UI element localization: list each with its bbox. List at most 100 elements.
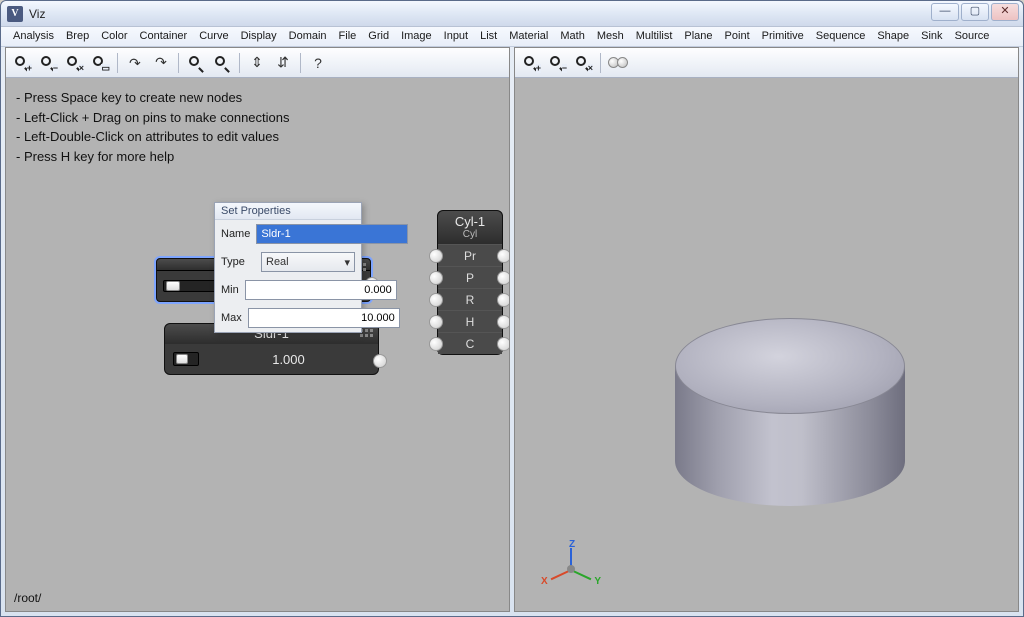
axis-y-label: Y [594, 576, 601, 587]
slider-thumb[interactable] [176, 354, 188, 364]
undo-button[interactable]: ↶ [123, 51, 147, 75]
cyl-input-r[interactable]: R [438, 288, 502, 310]
menu-point[interactable]: Point [719, 28, 756, 44]
menu-shape[interactable]: Shape [871, 28, 915, 44]
viewport-toolbar: + − × [515, 48, 1018, 78]
viewport-panel[interactable]: + − × Z Y X [514, 47, 1019, 612]
chevron-down-icon: ▾ [344, 256, 350, 269]
min-input[interactable] [245, 280, 397, 300]
menubar: AnalysisBrepColorContainerCurveDisplayDo… [1, 27, 1023, 47]
menu-list[interactable]: List [474, 28, 503, 44]
shading-button[interactable] [606, 51, 630, 75]
name-label: Name [221, 228, 250, 240]
zoom-reset-button[interactable]: × [62, 51, 86, 75]
input-pin[interactable] [429, 337, 443, 351]
expand-icon: ⇕ [251, 54, 263, 71]
menu-math[interactable]: Math [554, 28, 590, 44]
help-line: - Left-Double-Click on attributes to edi… [16, 127, 290, 147]
max-label: Max [221, 312, 242, 324]
3d-viewport[interactable]: Z Y X [515, 78, 1018, 611]
node-editor-panel[interactable]: + − × ▭ ↶ ↷ ⇕ ⇵ ? - Press Space key to c… [5, 47, 510, 612]
redo-icon: ↷ [155, 54, 167, 71]
output-pin[interactable] [373, 354, 387, 368]
cyl-input-p[interactable]: P [438, 266, 502, 288]
node-editor-toolbar: + − × ▭ ↶ ↷ ⇕ ⇵ ? [6, 48, 509, 78]
menu-analysis[interactable]: Analysis [7, 28, 60, 44]
set-properties-popup: Set Properties Name Type Real ▾ Min [214, 202, 362, 333]
output-pin[interactable] [497, 315, 510, 329]
menu-source[interactable]: Source [949, 28, 996, 44]
status-path: /root/ [14, 591, 41, 605]
menu-grid[interactable]: Grid [362, 28, 395, 44]
help-line: - Press Space key to create new nodes [16, 88, 290, 108]
name-input[interactable] [256, 224, 408, 244]
expand-all-button[interactable]: ⇕ [245, 51, 269, 75]
input-pin[interactable] [429, 315, 443, 329]
menu-brep[interactable]: Brep [60, 28, 95, 44]
slider-thumb[interactable] [166, 281, 180, 291]
slider-track[interactable] [173, 352, 199, 366]
help-line: - Left-Click + Drag on pins to make conn… [16, 108, 290, 128]
zoom-region-button[interactable] [210, 51, 234, 75]
menu-sink[interactable]: Sink [915, 28, 948, 44]
redo-button[interactable]: ↷ [149, 51, 173, 75]
titlebar: V Viz — ▢ ✕ [1, 1, 1023, 27]
input-pin[interactable] [429, 293, 443, 307]
axis-triad: Z Y X [547, 545, 595, 593]
type-select[interactable]: Real ▾ [261, 252, 355, 272]
minimize-button[interactable]: — [931, 3, 959, 21]
collapse-icon: ⇵ [277, 54, 289, 71]
node-subtitle-text: Cyl [438, 229, 502, 240]
menu-display[interactable]: Display [235, 28, 283, 44]
app-icon: V [7, 6, 23, 22]
zoom-out-button[interactable]: − [545, 51, 569, 75]
output-pin[interactable] [497, 249, 510, 263]
menu-container[interactable]: Container [134, 28, 194, 44]
cylinder-node[interactable]: Cyl-1 Cyl PrPRHC [437, 210, 503, 355]
close-button[interactable]: ✕ [991, 3, 1019, 21]
menu-curve[interactable]: Curve [193, 28, 234, 44]
menu-primitive[interactable]: Primitive [756, 28, 810, 44]
menu-domain[interactable]: Domain [283, 28, 333, 44]
output-pin[interactable] [497, 293, 510, 307]
input-pin[interactable] [429, 271, 443, 285]
maximize-button[interactable]: ▢ [961, 3, 989, 21]
max-input[interactable] [248, 308, 400, 328]
cyl-input-pr[interactable]: Pr [438, 244, 502, 266]
menu-plane[interactable]: Plane [678, 28, 718, 44]
menu-sequence[interactable]: Sequence [810, 28, 872, 44]
collapse-all-button[interactable]: ⇵ [271, 51, 295, 75]
zoom-out-button[interactable]: − [36, 51, 60, 75]
cylinder-geometry[interactable] [675, 318, 905, 518]
help-text: - Press Space key to create new nodes - … [16, 88, 290, 166]
output-pin[interactable] [497, 337, 510, 351]
menu-multilist[interactable]: Multilist [630, 28, 679, 44]
axis-z-label: Z [569, 539, 575, 550]
node-title-text: Cyl-1 [438, 214, 502, 229]
input-pin[interactable] [429, 249, 443, 263]
type-label: Type [221, 256, 255, 268]
zoom-in-button[interactable]: + [519, 51, 543, 75]
axis-x-label: X [541, 576, 548, 587]
zoom-reset-button[interactable]: × [571, 51, 595, 75]
output-pin[interactable] [497, 271, 510, 285]
zoom-selection-button[interactable]: ▭ [88, 51, 112, 75]
menu-mesh[interactable]: Mesh [591, 28, 630, 44]
type-value: Real [266, 256, 289, 268]
zoom-in-button[interactable]: + [10, 51, 34, 75]
cyl-input-c[interactable]: C [438, 332, 502, 354]
min-label: Min [221, 284, 239, 296]
menu-image[interactable]: Image [395, 28, 438, 44]
menu-material[interactable]: Material [503, 28, 554, 44]
menu-input[interactable]: Input [438, 28, 474, 44]
help-button[interactable]: ? [306, 51, 330, 75]
popup-caption: Set Properties [215, 203, 361, 220]
menu-file[interactable]: File [333, 28, 363, 44]
window-title: Viz [29, 7, 45, 21]
help-line: - Press H key for more help [16, 147, 290, 167]
help-icon: ? [314, 55, 322, 71]
zoom-tool-button[interactable] [184, 51, 208, 75]
menu-color[interactable]: Color [95, 28, 133, 44]
cyl-input-h[interactable]: H [438, 310, 502, 332]
slider-value[interactable]: 1.000 [207, 352, 370, 367]
